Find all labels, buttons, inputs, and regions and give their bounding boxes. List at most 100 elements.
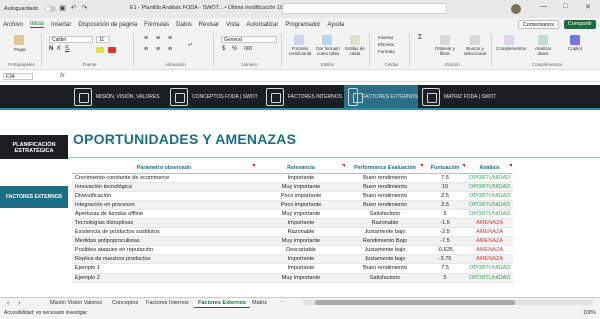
cell-parameter[interactable]: Diversificación [72, 191, 256, 201]
cell-analysis[interactable]: OPORTUNIDAD [466, 173, 514, 183]
header-parameter[interactable]: Parámetro observado [72, 163, 256, 174]
cell-score[interactable]: -7.5 [424, 236, 466, 247]
align-left-icon[interactable]: ≡ [144, 46, 148, 53]
scrollbar-thumb[interactable] [315, 300, 515, 305]
horizontal-scrollbar[interactable] [303, 300, 593, 305]
maximize-icon[interactable]: □ [563, 3, 567, 10]
cell-analysis[interactable]: AMENAZA [466, 245, 514, 256]
save-icon[interactable]: ▣ [59, 5, 67, 13]
cell-relevance[interactable]: Poco importante [256, 200, 346, 210]
cell-relevance[interactable]: Muy importante [256, 182, 346, 192]
menu-item-0[interactable]: Archivo [3, 22, 23, 28]
autosave-toggle[interactable] [44, 6, 56, 12]
cell-performance[interactable]: Buen rendimiento [346, 173, 424, 183]
align-center-icon[interactable]: ≡ [156, 46, 160, 53]
cell-styles-icon[interactable] [350, 35, 360, 45]
cell-styles-button[interactable]: Estilos de celda [342, 46, 368, 56]
tab-mision[interactable]: Misión Visión Valores [46, 299, 106, 308]
cell-score[interactable]: 7.5 [424, 263, 466, 274]
table-format-button[interactable]: Dar formato como tabla [314, 46, 342, 56]
cell-relevance[interactable]: Importante [256, 173, 346, 183]
cell-analysis[interactable]: OPORTUNIDAD [466, 273, 514, 283]
percent-icon[interactable]: % [232, 46, 237, 52]
paste-icon[interactable] [14, 35, 24, 45]
cell-parameter[interactable]: Integración en procesos [72, 200, 256, 210]
menu-item-2[interactable]: Insertar [51, 22, 71, 28]
tab-factores-externos[interactable]: Factores Externos [194, 299, 250, 308]
cell-score[interactable]: 10 [424, 182, 466, 192]
fill-color-icon[interactable] [96, 47, 104, 53]
menu-item-9[interactable]: Programador [285, 22, 320, 28]
menu-item-6[interactable]: Revisar [199, 22, 219, 28]
cell-parameter[interactable]: Medidas antipoproculistas [72, 236, 256, 247]
more-sheets-icon[interactable]: ⋯ [276, 299, 290, 308]
cell-analysis[interactable]: OPORTUNIDAD [466, 263, 514, 274]
align-bottom-icon[interactable]: ≡ [168, 35, 172, 42]
fx-icon[interactable]: fx [60, 73, 65, 79]
cell-parameter[interactable]: Ejemplo 2 [72, 273, 256, 283]
avatar[interactable] [511, 4, 521, 14]
align-middle-icon[interactable]: ≡ [156, 35, 160, 42]
header-analysis[interactable]: Análisis [466, 163, 514, 174]
table-format-icon[interactable] [322, 35, 332, 45]
cell-analysis[interactable]: AMENAZA [466, 227, 514, 238]
nav-mission[interactable]: MISIÓN, VISIÓN, VALORES [70, 85, 166, 108]
cell-parameter[interactable]: Replica de nuestros productos [72, 254, 256, 265]
next-sheet-icon[interactable]: › [14, 299, 24, 308]
cell-parameter[interactable]: Innovación tecnológica [72, 182, 256, 192]
cell-performance[interactable]: Justamente bajo [346, 245, 424, 256]
addins-icon[interactable] [504, 35, 514, 45]
cell-relevance[interactable]: Razonable [256, 227, 346, 238]
number-format-select[interactable]: General [221, 36, 277, 43]
comments-button[interactable]: Comentarios [517, 20, 559, 29]
italic-button[interactable]: K [57, 46, 61, 52]
cell-analysis[interactable]: OPORTUNIDAD [466, 191, 514, 201]
menu-item-7[interactable]: Vista [226, 22, 239, 28]
name-box[interactable]: F34 [3, 73, 33, 80]
delete-button[interactable]: Eliminar [378, 42, 394, 47]
cell-relevance[interactable]: Descartable [256, 245, 346, 256]
accessibility-status[interactable]: Accesibilidad: es necesario investigar [4, 310, 87, 316]
cell-relevance[interactable]: Muy importante [256, 273, 346, 283]
find-select-button[interactable]: Buscar y seleccionar [460, 46, 490, 56]
insert-button[interactable]: Insertar [378, 35, 393, 40]
thousands-icon[interactable]: 000 [244, 47, 252, 52]
cell-relevance[interactable]: Poco importante [256, 191, 346, 201]
menu-item-10[interactable]: Ayuda [327, 22, 344, 28]
cell-analysis[interactable]: OPORTUNIDAD [466, 200, 514, 210]
cell-relevance[interactable]: Importante [256, 218, 346, 229]
underline-button[interactable]: S [65, 46, 69, 52]
addins-button[interactable]: Complementos [496, 46, 526, 51]
nav-internal[interactable]: FACTORES INTERNOS [262, 85, 342, 108]
cell-score[interactable]: -2.5 [424, 227, 466, 238]
format-button[interactable]: Formato [378, 49, 395, 54]
cell-performance[interactable]: Satisfactorio [346, 209, 424, 219]
align-top-icon[interactable]: ≡ [144, 35, 148, 42]
cell-parameter[interactable]: Crecimiento constante de ecommerce [72, 173, 256, 183]
font-name-select[interactable]: Calibri [49, 36, 93, 43]
font-size-select[interactable]: 11 [96, 36, 110, 43]
cell-analysis[interactable]: AMENAZA [466, 218, 514, 229]
conditional-format-button[interactable]: Formato condicional [286, 46, 314, 56]
align-right-icon[interactable]: ≡ [168, 46, 172, 53]
cell-parameter[interactable]: Posibles ataques en reputación [72, 245, 256, 256]
tab-factores-internos[interactable]: Factores Internos [142, 299, 193, 308]
cell-relevance[interactable]: Importante [256, 263, 346, 274]
menu-item-5[interactable]: Datos [176, 22, 192, 28]
sort-filter-button[interactable]: Ordenar y filtrar [430, 46, 460, 56]
cell-performance[interactable]: Buen rendimiento [346, 263, 424, 274]
cell-score[interactable]: 2.5 [424, 191, 466, 201]
cell-performance[interactable]: Buen rendimiento [346, 182, 424, 192]
header-performance[interactable]: Performance Evaluación [346, 163, 424, 174]
cell-score[interactable]: 5 [424, 273, 466, 283]
currency-icon[interactable]: $ [222, 46, 225, 52]
zoom-level[interactable]: 100% [583, 308, 596, 319]
sidebar-item-external[interactable]: FACTORES EXTERNOS [0, 186, 68, 208]
bold-button[interactable]: N [49, 46, 53, 52]
header-relevance[interactable]: Relevancia [256, 163, 346, 174]
header-score[interactable]: Puntuación [424, 163, 466, 174]
conditional-format-icon[interactable] [294, 35, 304, 45]
redo-icon[interactable]: ↷ [81, 5, 89, 13]
minimize-icon[interactable]: — [540, 3, 547, 10]
cell-parameter[interactable]: Existencia de productos sustitutos [72, 227, 256, 238]
